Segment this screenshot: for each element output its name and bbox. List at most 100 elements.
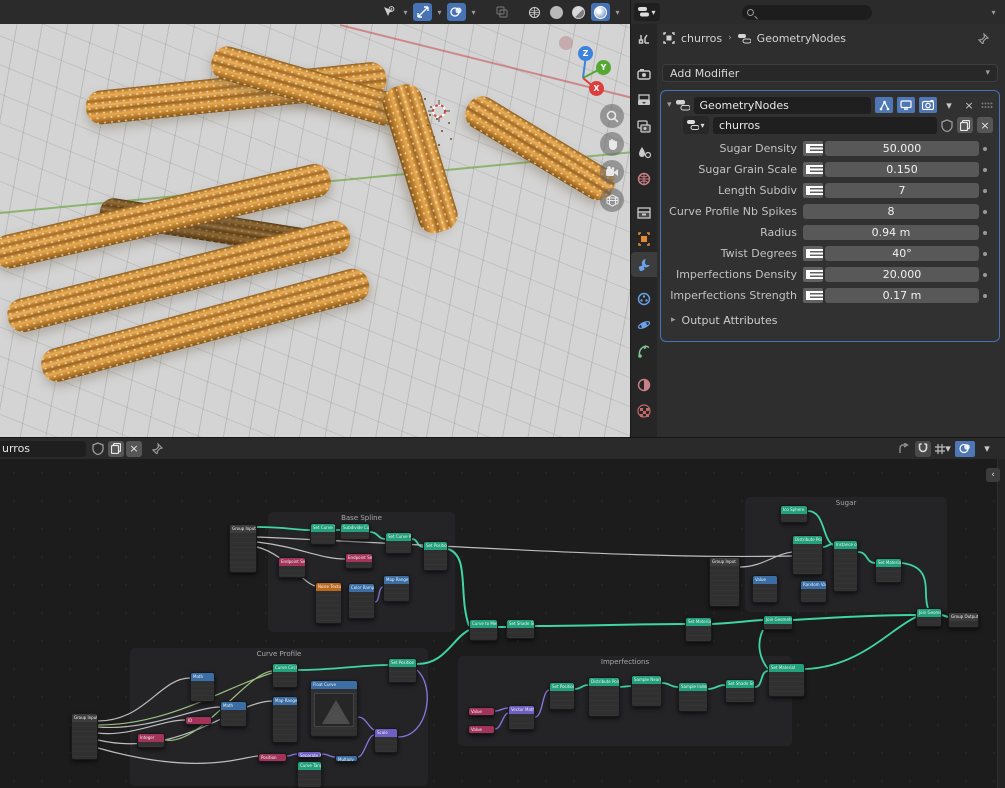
add-modifier-dropdown[interactable]: Add Modifier▾ — [662, 64, 998, 82]
shading-material-button[interactable] — [569, 3, 588, 21]
object-visibility-icon[interactable] — [379, 3, 398, 21]
node-sample-index[interactable]: Sample Index — [678, 682, 708, 712]
node-set-material[interactable]: Set Material — [685, 617, 712, 642]
input-attribute-toggle-icon[interactable] — [803, 246, 823, 261]
node-endpoint-selection[interactable]: Endpoint Selection — [278, 557, 306, 578]
animate-dot[interactable] — [979, 210, 991, 214]
node-id[interactable]: ID — [185, 716, 212, 725]
output-attributes-section[interactable]: ▸ Output Attributes — [667, 310, 993, 330]
node-map-range[interactable]: Map Range — [383, 575, 410, 602]
node-value[interactable]: Value — [752, 575, 778, 603]
input-attribute-toggle-icon[interactable] — [803, 162, 823, 177]
node-curve-to-mesh[interactable]: Curve to Mesh — [469, 619, 498, 641]
node-endpoint-selection[interactable]: Endpoint Selection — [345, 553, 373, 569]
animate-dot[interactable] — [979, 168, 991, 172]
editor-type-dropdown[interactable]: ▾ — [634, 3, 660, 21]
node-distribute-points-on-faces[interactable]: Distribute Points on Faces — [792, 535, 823, 575]
modifier-close-button[interactable]: × — [961, 97, 977, 113]
input-attribute-toggle-icon[interactable] — [803, 141, 823, 156]
unlink-button[interactable]: × — [126, 441, 142, 457]
overlays-toggle[interactable] — [955, 441, 975, 457]
gizmo-y-axis[interactable]: Y — [596, 60, 611, 75]
param-value-slider[interactable]: 0.150 — [825, 162, 979, 177]
overlays-toggle[interactable] — [447, 3, 466, 21]
animate-dot[interactable] — [979, 147, 991, 151]
node-multiply[interactable]: Multiply — [335, 755, 358, 762]
gizmo-z-axis[interactable]: Z — [578, 46, 593, 61]
node-group-browse-dropdown[interactable]: ▾ — [683, 116, 709, 134]
camera-view-button[interactable] — [600, 160, 624, 184]
expand-chevron-icon[interactable]: ▾ — [667, 100, 672, 110]
properties-tab-view-layer[interactable] — [631, 114, 657, 139]
node-float-curve[interactable]: Float Curve — [310, 680, 358, 737]
node-group-name-field-clipped[interactable]: urros — [0, 441, 86, 457]
chevron-down-icon[interactable]: ▾ — [979, 441, 995, 457]
node-ico-sphere[interactable]: Ico Sphere — [780, 505, 808, 523]
node-color-ramp[interactable]: Color Ramp — [348, 583, 375, 619]
properties-tab-modifiers[interactable] — [631, 252, 657, 277]
animate-dot[interactable] — [979, 273, 991, 277]
node-map-range[interactable]: Map Range — [272, 696, 298, 743]
float-curve-widget[interactable] — [314, 693, 354, 727]
properties-tab-world[interactable] — [631, 166, 657, 191]
shading-wireframe-button[interactable] — [525, 3, 544, 21]
unlink-button[interactable]: × — [977, 117, 993, 133]
properties-tab-collection[interactable] — [631, 200, 657, 225]
param-value-slider[interactable]: 50.000 — [825, 141, 979, 156]
chevron-down-icon[interactable]: ▾ — [469, 8, 478, 17]
modifier-extras-dropdown[interactable]: ▾ — [941, 97, 957, 113]
edit-mode-display-toggle[interactable] — [875, 97, 893, 113]
xray-toggle[interactable] — [492, 3, 511, 21]
shading-solid-button[interactable] — [547, 3, 566, 21]
node-random-value[interactable]: Random Value — [800, 580, 827, 603]
shading-rendered-button[interactable] — [591, 3, 610, 21]
node-set-curve-tilt[interactable]: Set Curve Tilt — [310, 523, 336, 545]
properties-tab-tool[interactable] — [631, 28, 657, 53]
node-math[interactable]: Math — [190, 672, 215, 702]
node-join-geometry[interactable]: Join Geometry — [916, 608, 942, 627]
pan-button[interactable] — [600, 132, 624, 156]
snap-magnet-icon[interactable] — [915, 441, 931, 457]
animate-dot[interactable] — [979, 189, 991, 193]
properties-tab-physics[interactable] — [631, 312, 657, 337]
node-separate-xyz[interactable]: Separate XYZ — [297, 751, 322, 758]
orthographic-toggle-button[interactable] — [600, 188, 624, 212]
properties-tab-material[interactable] — [631, 398, 657, 423]
input-attribute-toggle-icon[interactable] — [803, 183, 823, 198]
node-position[interactable]: Position — [258, 753, 287, 762]
node-set-position[interactable]: Set Position — [423, 541, 448, 571]
node-instance-on-points[interactable]: Instance on Points — [833, 540, 858, 592]
properties-tab-output[interactable] — [631, 88, 657, 113]
header-menu-chevron[interactable]: ▾ — [989, 8, 998, 17]
modifier-name-field[interactable]: GeometryNodes — [694, 97, 871, 114]
gizmo-x-axis[interactable]: X — [589, 81, 604, 96]
node-noise-texture[interactable]: Noise Texture — [315, 582, 342, 624]
node-join-geometry[interactable]: Join Geometry — [763, 615, 793, 630]
param-value-slider[interactable]: 0.94 m — [803, 225, 979, 240]
animate-dot[interactable] — [979, 231, 991, 235]
breadcrumb-object[interactable]: churros — [681, 32, 722, 45]
input-attribute-toggle-icon[interactable] — [803, 288, 823, 303]
node-set-shade-smooth[interactable]: Set Shade Smooth — [506, 619, 535, 639]
node-value[interactable]: Value — [468, 707, 495, 716]
param-value-slider[interactable]: 8 — [803, 204, 979, 219]
node-subdivide-curve[interactable]: Subdivide Curve — [340, 523, 370, 540]
node-set-shade-smooth[interactable]: Set Shade Smooth — [725, 679, 755, 703]
node-group-output[interactable]: Group Output — [948, 612, 979, 628]
node-sample-nearest[interactable]: Sample Nearest — [631, 675, 662, 707]
new-copy-button[interactable] — [108, 441, 124, 457]
properties-tab-object[interactable] — [631, 226, 657, 251]
pin-icon[interactable] — [152, 443, 163, 454]
node-set-material[interactable]: Set Material — [768, 663, 805, 697]
fake-user-shield-icon[interactable] — [941, 119, 953, 132]
node-integer[interactable]: Integer — [137, 733, 165, 748]
node-curve-circle[interactable]: Curve Circle — [272, 663, 298, 688]
properties-tab-particles[interactable] — [631, 286, 657, 311]
node-group-input[interactable]: Group Input — [229, 524, 257, 573]
sidebar-collapse-arrow[interactable]: ‹ — [986, 468, 1000, 482]
fake-user-shield-icon[interactable] — [92, 442, 104, 455]
node-set-position[interactable]: Set Position — [388, 658, 417, 683]
animate-dot[interactable] — [979, 294, 991, 298]
param-value-slider[interactable]: 7 — [825, 183, 979, 198]
input-attribute-toggle-icon[interactable] — [803, 267, 823, 282]
